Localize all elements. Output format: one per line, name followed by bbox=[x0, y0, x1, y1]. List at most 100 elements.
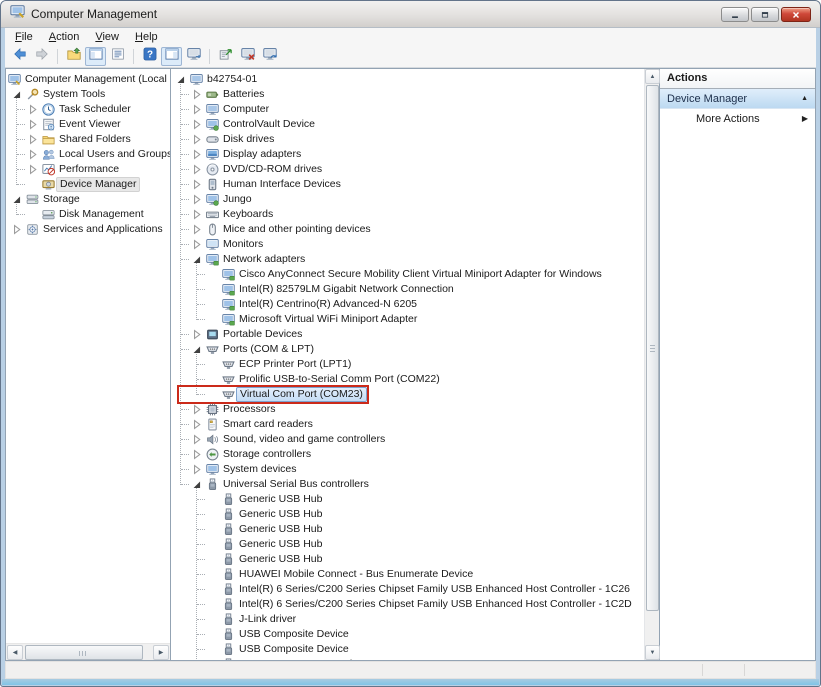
tree-item-label[interactable]: ECP Printer Port (LPT1) bbox=[236, 357, 354, 372]
actions-group-device-manager[interactable]: Device Manager ▲ bbox=[660, 89, 815, 109]
tree-item-label[interactable]: Human Interface Devices bbox=[220, 177, 344, 192]
scrollbar-thumb[interactable] bbox=[646, 85, 659, 611]
console-tree-item[interactable]: Shared Folders bbox=[6, 132, 170, 147]
menu-help-item[interactable]: Help bbox=[127, 29, 166, 45]
close-button[interactable] bbox=[781, 7, 811, 22]
console-tree-item[interactable]: Computer Management (Local bbox=[6, 72, 170, 87]
tree-item-label[interactable]: Keyboards bbox=[220, 207, 276, 222]
tree-expander-collapsed-icon[interactable] bbox=[190, 463, 203, 476]
tree-item-label[interactable]: Intel(R) 6 Series/C200 Series Chipset Fa… bbox=[236, 597, 635, 612]
tree-item-label[interactable]: Jungo bbox=[220, 192, 255, 207]
tree-item-label[interactable]: Generic USB Hub bbox=[236, 507, 325, 522]
tree-expander-collapsed-icon[interactable] bbox=[26, 103, 39, 116]
scroll-left-arrow[interactable]: ◀ bbox=[7, 645, 23, 660]
tree-item-label[interactable]: Batteries bbox=[220, 87, 267, 102]
update-driver-button[interactable] bbox=[215, 47, 236, 66]
tree-item-label[interactable]: Ports (COM & LPT) bbox=[220, 342, 317, 357]
tree-expander-collapsed-icon[interactable] bbox=[190, 118, 203, 131]
device-tree-item[interactable]: Generic USB Hub bbox=[171, 507, 644, 522]
device-tree-item[interactable]: Network adapters bbox=[171, 252, 644, 267]
tree-expander-collapsed-icon[interactable] bbox=[190, 403, 203, 416]
device-tree-item[interactable]: Mice and other pointing devices bbox=[171, 222, 644, 237]
device-tree-item[interactable]: Sound, video and game controllers bbox=[171, 432, 644, 447]
console-tree-item[interactable]: Services and Applications bbox=[6, 222, 170, 237]
tree-expander-collapsed-icon[interactable] bbox=[26, 133, 39, 146]
tree-item-label[interactable]: Display adapters bbox=[220, 147, 304, 162]
tree-expander-expanded-icon[interactable] bbox=[190, 478, 203, 491]
tree-expander-collapsed-icon[interactable] bbox=[190, 148, 203, 161]
device-tree-item[interactable]: Intel(R) Centrino(R) Advanced-N 6205 bbox=[171, 297, 644, 312]
tree-item-label[interactable]: Local Users and Groups bbox=[56, 147, 170, 162]
console-tree-item[interactable]: System Tools bbox=[6, 87, 170, 102]
device-tree-item[interactable]: Intel(R) 6 Series/C200 Series Chipset Fa… bbox=[171, 582, 644, 597]
device-tree-item[interactable]: Microsoft Virtual WiFi Miniport Adapter bbox=[171, 312, 644, 327]
console-tree-item[interactable]: Event Viewer bbox=[6, 117, 170, 132]
tree-item-label[interactable]: USB Mass Storage Device bbox=[236, 657, 366, 660]
device-tree-item[interactable]: Portable Devices bbox=[171, 327, 644, 342]
device-tree-item[interactable]: Human Interface Devices bbox=[171, 177, 644, 192]
tree-item-label[interactable]: Intel(R) 6 Series/C200 Series Chipset Fa… bbox=[236, 582, 633, 597]
tree-item-label[interactable]: System Tools bbox=[40, 87, 108, 102]
device-tree-item[interactable]: HUAWEI Mobile Connect - Bus Enumerate De… bbox=[171, 567, 644, 582]
tree-item-label[interactable]: Cisco AnyConnect Secure Mobility Client … bbox=[236, 267, 605, 282]
device-tree-item[interactable]: USB Composite Device bbox=[171, 627, 644, 642]
tree-item-label[interactable]: Smart card readers bbox=[220, 417, 316, 432]
tree-expander-collapsed-icon[interactable] bbox=[10, 223, 23, 236]
tree-item-label[interactable]: ControlVault Device bbox=[220, 117, 318, 132]
device-tree-item[interactable]: Intel(R) 82579LM Gigabit Network Connect… bbox=[171, 282, 644, 297]
tree-expander-collapsed-icon[interactable] bbox=[190, 133, 203, 146]
remote-computer-button[interactable] bbox=[183, 47, 204, 66]
tree-item-label[interactable]: Services and Applications bbox=[40, 222, 166, 237]
tree-item-label[interactable]: Event Viewer bbox=[56, 117, 124, 132]
tree-item-label[interactable]: Disk Management bbox=[56, 207, 147, 222]
tree-expander-collapsed-icon[interactable] bbox=[26, 163, 39, 176]
device-tree-item[interactable]: Disk drives bbox=[171, 132, 644, 147]
tree-expander-collapsed-icon[interactable] bbox=[190, 328, 203, 341]
console-tree-item[interactable]: Device Manager bbox=[6, 177, 170, 192]
uninstall-button[interactable] bbox=[237, 47, 258, 66]
up-level-button[interactable] bbox=[63, 47, 84, 66]
device-tree-item[interactable]: USB Composite Device bbox=[171, 642, 644, 657]
tree-expander-collapsed-icon[interactable] bbox=[190, 448, 203, 461]
tree-item-label[interactable]: Microsoft Virtual WiFi Miniport Adapter bbox=[236, 312, 420, 327]
back-button[interactable] bbox=[9, 47, 30, 66]
chevron-up-icon[interactable]: ▲ bbox=[801, 89, 808, 109]
device-tree-item[interactable]: Processors bbox=[171, 402, 644, 417]
device-tree-item[interactable]: ECP Printer Port (LPT1) bbox=[171, 357, 644, 372]
tree-expander-collapsed-icon[interactable] bbox=[190, 418, 203, 431]
device-tree-item[interactable]: Storage controllers bbox=[171, 447, 644, 462]
device-tree-item[interactable]: Display adapters bbox=[171, 147, 644, 162]
help-button[interactable]: ? bbox=[139, 47, 160, 66]
console-tree-item[interactable]: Performance bbox=[6, 162, 170, 177]
tree-item-label[interactable]: Generic USB Hub bbox=[236, 492, 325, 507]
more-actions-item[interactable]: More Actions ▶ bbox=[660, 109, 815, 129]
device-tree-item[interactable]: J-Link driver bbox=[171, 612, 644, 627]
tree-item-label[interactable]: Intel(R) 82579LM Gigabit Network Connect… bbox=[236, 282, 457, 297]
tree-item-label[interactable]: DVD/CD-ROM drives bbox=[220, 162, 325, 177]
tree-item-label[interactable]: Universal Serial Bus controllers bbox=[220, 477, 372, 492]
tree-item-label[interactable]: Computer bbox=[220, 102, 272, 117]
device-tree-item[interactable]: Generic USB Hub bbox=[171, 522, 644, 537]
tree-item-label[interactable]: Network adapters bbox=[220, 252, 308, 267]
scrollbar-thumb[interactable] bbox=[25, 645, 143, 660]
device-tree-item[interactable]: Intel(R) 6 Series/C200 Series Chipset Fa… bbox=[171, 597, 644, 612]
tree-item-label[interactable]: Portable Devices bbox=[220, 327, 305, 342]
device-tree-item[interactable]: Generic USB Hub bbox=[171, 492, 644, 507]
tree-expander-expanded-icon[interactable] bbox=[190, 343, 203, 356]
tree-expander-collapsed-icon[interactable] bbox=[190, 208, 203, 221]
restore-button[interactable] bbox=[751, 7, 779, 22]
console-tree-item[interactable]: Local Users and Groups bbox=[6, 147, 170, 162]
device-tree-item[interactable]: Computer bbox=[171, 102, 644, 117]
tree-item-label[interactable]: Intel(R) Centrino(R) Advanced-N 6205 bbox=[236, 297, 420, 312]
menu-action-item[interactable]: Action bbox=[41, 29, 88, 45]
tree-item-label[interactable]: Generic USB Hub bbox=[236, 537, 325, 552]
tree-item-label[interactable]: USB Composite Device bbox=[236, 642, 352, 657]
device-tree-item[interactable]: USB Mass Storage Device bbox=[171, 657, 644, 660]
tree-expander-collapsed-icon[interactable] bbox=[190, 163, 203, 176]
tree-expander-collapsed-icon[interactable] bbox=[26, 148, 39, 161]
tree-item-label[interactable]: Mice and other pointing devices bbox=[220, 222, 374, 237]
console-tree-item[interactable]: Disk Management bbox=[6, 207, 170, 222]
console-tree-item[interactable]: Storage bbox=[6, 192, 170, 207]
scroll-down-arrow[interactable]: ▼ bbox=[645, 645, 660, 660]
tree-expander-collapsed-icon[interactable] bbox=[190, 238, 203, 251]
